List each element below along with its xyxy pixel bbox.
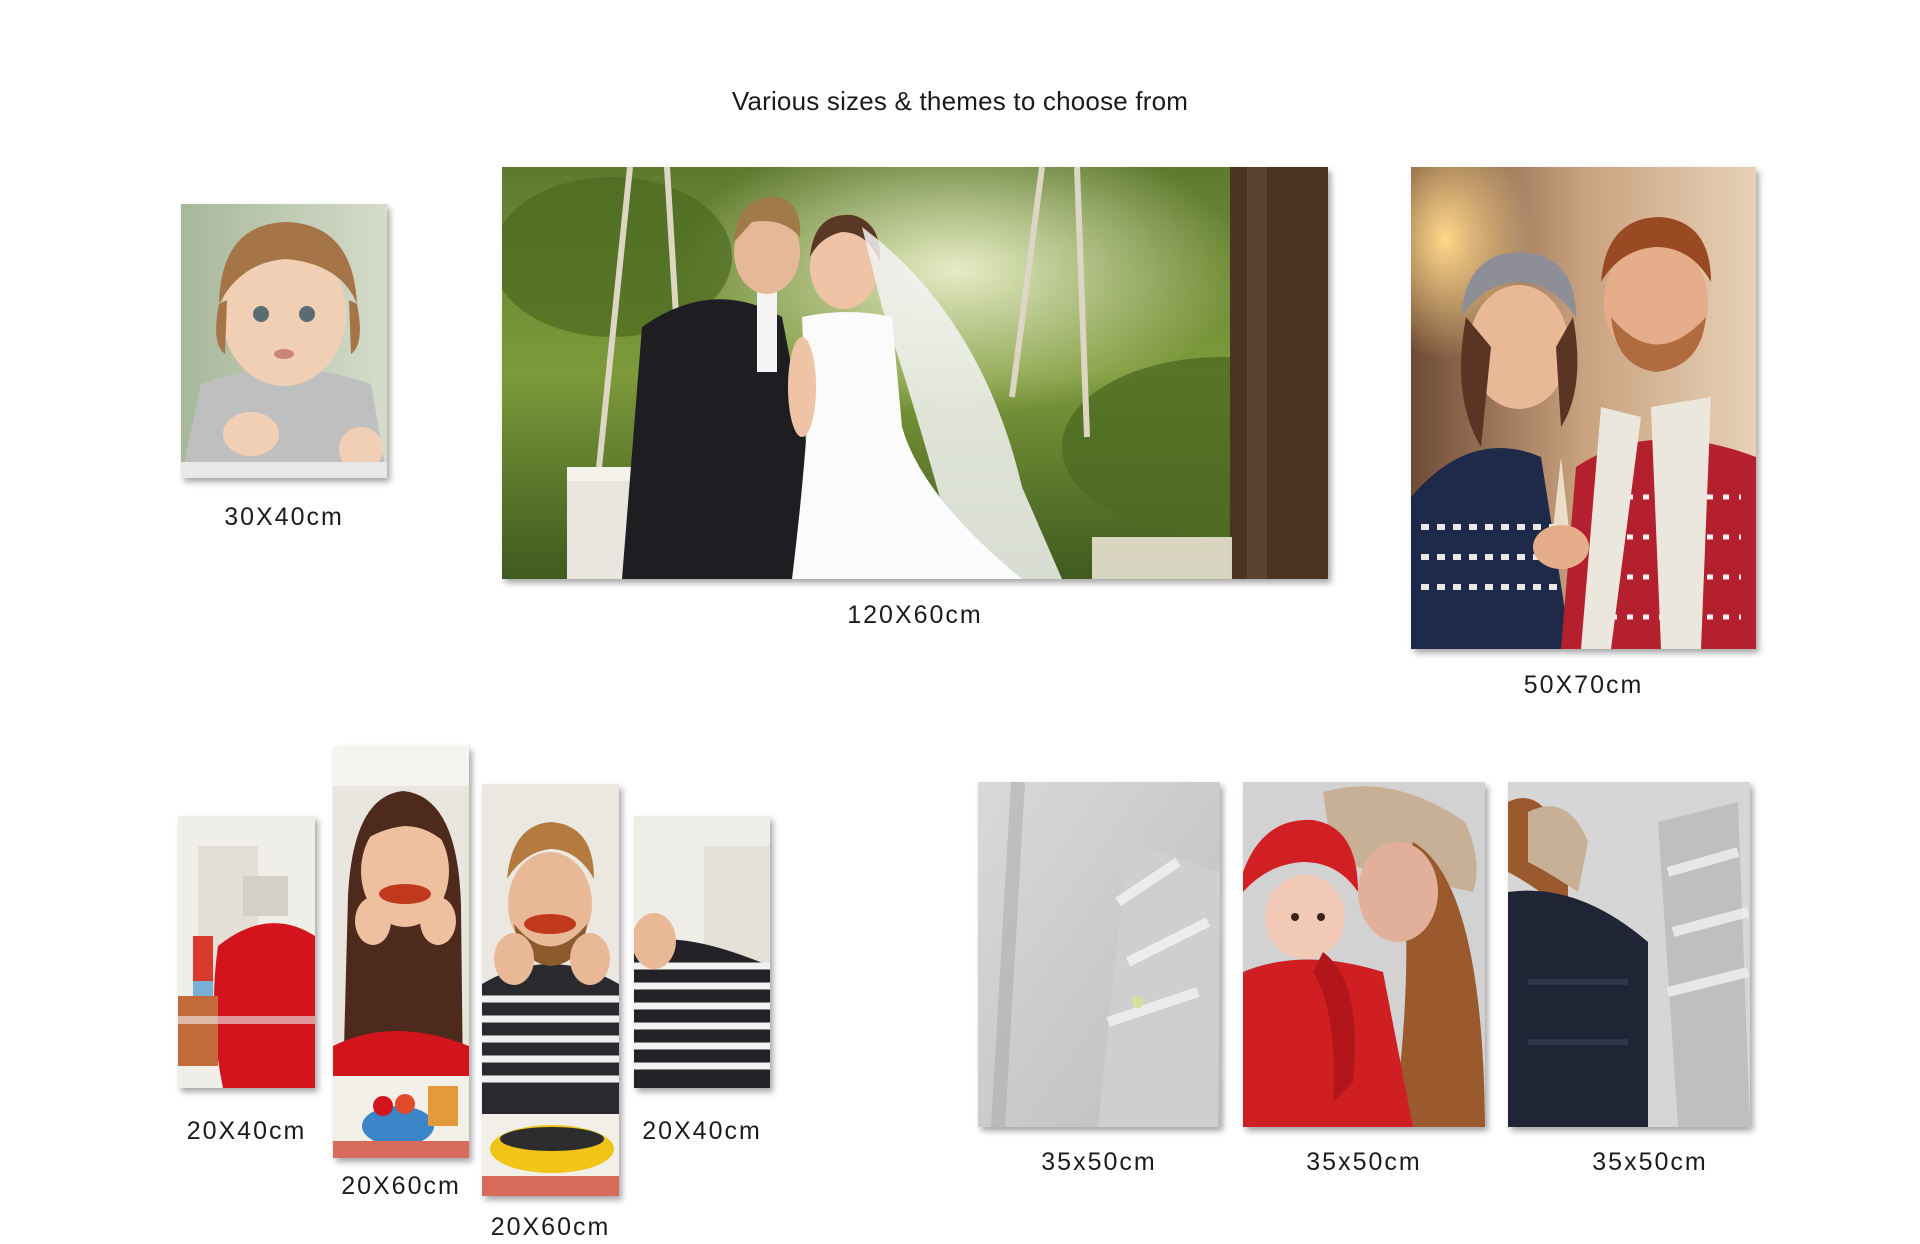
toddler-size-label: 30X40cm [224,503,344,531]
three-panel-3-size-label: 35x50cm [1592,1148,1708,1176]
toddler-canvas-photo [181,204,387,478]
winter-couple-canvas-photo [1411,167,1756,649]
four-panel-3-photo [482,784,619,1196]
four-panel-2-photo [333,746,469,1158]
four-panel-2-size-label: 20X60cm [341,1172,461,1200]
four-panel-4-size-label: 20X40cm [642,1117,762,1145]
three-panel-3-photo [1508,782,1750,1127]
wedding-canvas-photo [502,167,1328,579]
four-panel-1-photo [178,816,315,1088]
page-heading: Various sizes & themes to choose from [731,86,1189,116]
three-panel-1-size-label: 35x50cm [1041,1148,1157,1176]
three-panel-2-size-label: 35x50cm [1306,1148,1422,1176]
three-panel-2-photo [1243,782,1485,1127]
four-panel-3-size-label: 20X60cm [490,1213,611,1241]
wedding-size-label: 120X60cm [847,601,983,629]
winter-couple-size-label: 50X70cm [1523,671,1644,699]
four-panel-1-size-label: 20X40cm [186,1117,307,1145]
three-panel-1-photo [978,782,1220,1127]
four-panel-4-photo [634,816,770,1088]
